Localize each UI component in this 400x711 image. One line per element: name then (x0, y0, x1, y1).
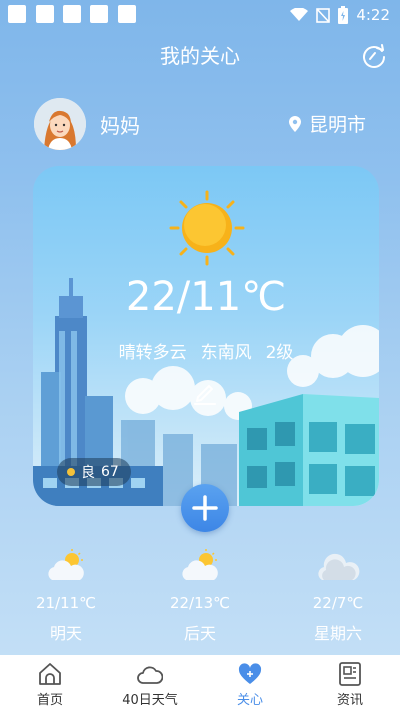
nav-item-care[interactable]: 关心 (200, 655, 300, 711)
heart-icon (238, 663, 262, 684)
notification-icon (63, 5, 81, 23)
person-name: 妈妈 (100, 114, 140, 138)
notification-icon (118, 5, 136, 23)
title-bar: 我的关心 (0, 38, 400, 74)
nav-label: 40日天气 (122, 693, 178, 708)
partly-cloudy-icon (182, 549, 218, 580)
news-icon (339, 662, 361, 686)
page-title: 我的关心 (160, 44, 240, 68)
location[interactable]: 昆明市 (288, 110, 366, 137)
no-signal-icon (316, 8, 331, 23)
forecast-day: 星期六 (313, 624, 362, 643)
forecast-item[interactable]: 22/13℃ 后天 (140, 548, 260, 644)
aqi-value: 67 (101, 464, 119, 480)
wifi-icon (290, 8, 309, 21)
partly-cloudy-icon (48, 549, 84, 580)
cloud-icon (137, 666, 163, 684)
nav-item-40-day[interactable]: 40日天气 (100, 655, 200, 711)
sunny-icon (169, 190, 245, 266)
nav-label: 资讯 (336, 693, 363, 708)
refresh-icon[interactable] (360, 42, 388, 70)
wind-level: 2级 (265, 343, 294, 363)
aqi-badge[interactable]: 良 67 (57, 458, 131, 486)
weather-card[interactable]: 22/11℃ 晴转多云 东南风 2级 良 67 (33, 166, 379, 506)
nav-item-news[interactable]: 资讯 (300, 655, 400, 711)
forecast-temperature: 21/11℃ (35, 594, 97, 612)
notification-icon (8, 5, 26, 23)
forecast-temperature: 22/13℃ (169, 594, 231, 612)
forecast-row: 21/11℃ 明天 22/13℃ 后天 22/7℃ 星期六 (0, 548, 400, 644)
forecast-item[interactable]: 21/11℃ 明天 (6, 548, 126, 644)
bottom-nav: 首页 40日天气 关心 资讯 (0, 655, 400, 711)
nav-label: 首页 (36, 693, 63, 708)
forecast-temperature: 22/7℃ (312, 594, 364, 612)
person-row[interactable]: 妈妈 昆明市 (0, 98, 400, 152)
weather-condition: 晴转多云 (118, 343, 187, 363)
nav-item-home[interactable]: 首页 (0, 655, 100, 711)
cloudy-icon (318, 553, 360, 580)
current-temperature: 22/11℃ (125, 274, 287, 320)
forecast-day: 后天 (183, 624, 216, 643)
wind-direction: 东南风 (200, 343, 252, 363)
battery-icon (338, 6, 349, 24)
forecast-day: 明天 (49, 624, 82, 643)
forecast-item[interactable]: 22/7℃ 星期六 (278, 548, 398, 644)
status-time: 4:22 (356, 6, 390, 24)
edit-icon[interactable] (191, 378, 219, 406)
nav-label: 关心 (236, 693, 263, 708)
aqi-label: 良 (81, 465, 95, 481)
add-button[interactable] (181, 484, 229, 532)
location-name: 昆明市 (308, 114, 366, 136)
avatar[interactable] (34, 98, 86, 150)
location-pin-icon (288, 115, 301, 132)
status-bar: 4:22 (0, 0, 400, 30)
notification-icon (36, 5, 54, 23)
weather-description: 晴转多云 东南风 2级 (33, 338, 379, 363)
notification-icon (90, 5, 108, 23)
plus-icon (192, 495, 218, 521)
home-icon (39, 663, 61, 685)
avatar-icon (34, 98, 86, 150)
aqi-dot (67, 468, 75, 476)
